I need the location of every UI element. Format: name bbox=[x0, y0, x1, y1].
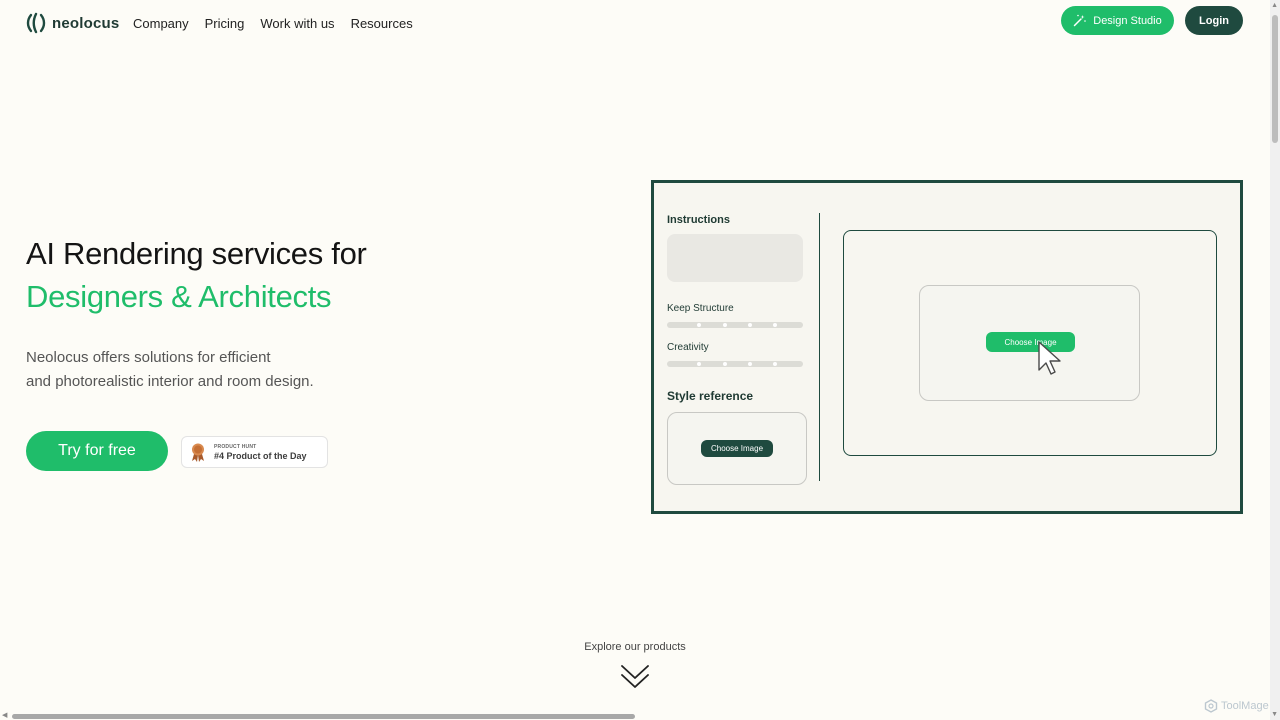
keep-structure-slider bbox=[667, 322, 803, 328]
cursor-icon bbox=[1038, 341, 1061, 375]
product-hunt-badge[interactable]: PRODUCT HUNT #4 Product of the Day bbox=[181, 436, 328, 468]
studio-mockup: Instructions Keep Structure Creativity S… bbox=[651, 180, 1243, 514]
login-button[interactable]: Login bbox=[1185, 6, 1243, 35]
design-studio-label: Design Studio bbox=[1093, 14, 1162, 27]
style-choose-image-button: Choose Image bbox=[701, 440, 773, 457]
instructions-label: Instructions bbox=[667, 214, 730, 226]
badge-big-text: #4 Product of the Day bbox=[214, 450, 307, 461]
keep-structure-label: Keep Structure bbox=[667, 303, 734, 314]
chevron-down-icon[interactable] bbox=[620, 663, 650, 691]
scroll-down-arrow-icon[interactable]: ▼ bbox=[1271, 711, 1278, 718]
hero-description: Neolocus offers solutions for efficient … bbox=[26, 346, 314, 394]
nav-pricing[interactable]: Pricing bbox=[205, 16, 245, 31]
nav-work-with-us[interactable]: Work with us bbox=[260, 16, 334, 31]
horizontal-scrollbar[interactable]: ◀ bbox=[0, 712, 1270, 720]
watermark-text: ToolMage bbox=[1221, 700, 1269, 712]
vertical-scrollbar[interactable]: ▲ ▼ bbox=[1270, 0, 1280, 720]
badge-small-text: PRODUCT HUNT bbox=[214, 443, 257, 450]
logo-text: neolocus bbox=[52, 14, 120, 32]
watermark-logo-icon bbox=[1204, 699, 1218, 713]
medal-icon bbox=[192, 443, 204, 462]
instructions-field bbox=[667, 234, 803, 282]
logo-icon bbox=[26, 12, 46, 34]
hero-description-line2: and photorealistic interior and room des… bbox=[26, 373, 314, 390]
main-nav: Company Pricing Work with us Resources bbox=[133, 16, 413, 31]
scroll-up-arrow-icon[interactable]: ▲ bbox=[1271, 2, 1278, 9]
horizontal-scroll-thumb[interactable] bbox=[12, 714, 635, 719]
badge-text: PRODUCT HUNT #4 Product of the Day bbox=[214, 444, 307, 461]
try-for-free-button[interactable]: Try for free bbox=[26, 431, 168, 471]
hero-title-line2: Designers & Architects bbox=[26, 279, 332, 314]
nav-resources[interactable]: Resources bbox=[351, 16, 413, 31]
creativity-slider bbox=[667, 361, 803, 367]
nav-company[interactable]: Company bbox=[133, 16, 189, 31]
design-studio-button[interactable]: Design Studio bbox=[1061, 6, 1174, 35]
magic-wand-icon bbox=[1074, 14, 1087, 27]
explore-products-label[interactable]: Explore our products bbox=[0, 641, 1270, 653]
hero-title-line1: AI Rendering services for bbox=[26, 236, 367, 271]
hero-description-line1: Neolocus offers solutions for efficient bbox=[26, 349, 271, 366]
watermark: ToolMage bbox=[1204, 699, 1269, 713]
logo[interactable]: neolocus bbox=[26, 12, 119, 34]
vertical-scroll-thumb[interactable] bbox=[1272, 15, 1278, 143]
style-reference-label: Style reference bbox=[667, 389, 754, 403]
creativity-label: Creativity bbox=[667, 342, 709, 353]
scroll-left-arrow-icon[interactable]: ◀ bbox=[2, 711, 7, 719]
panel-divider bbox=[819, 213, 820, 481]
